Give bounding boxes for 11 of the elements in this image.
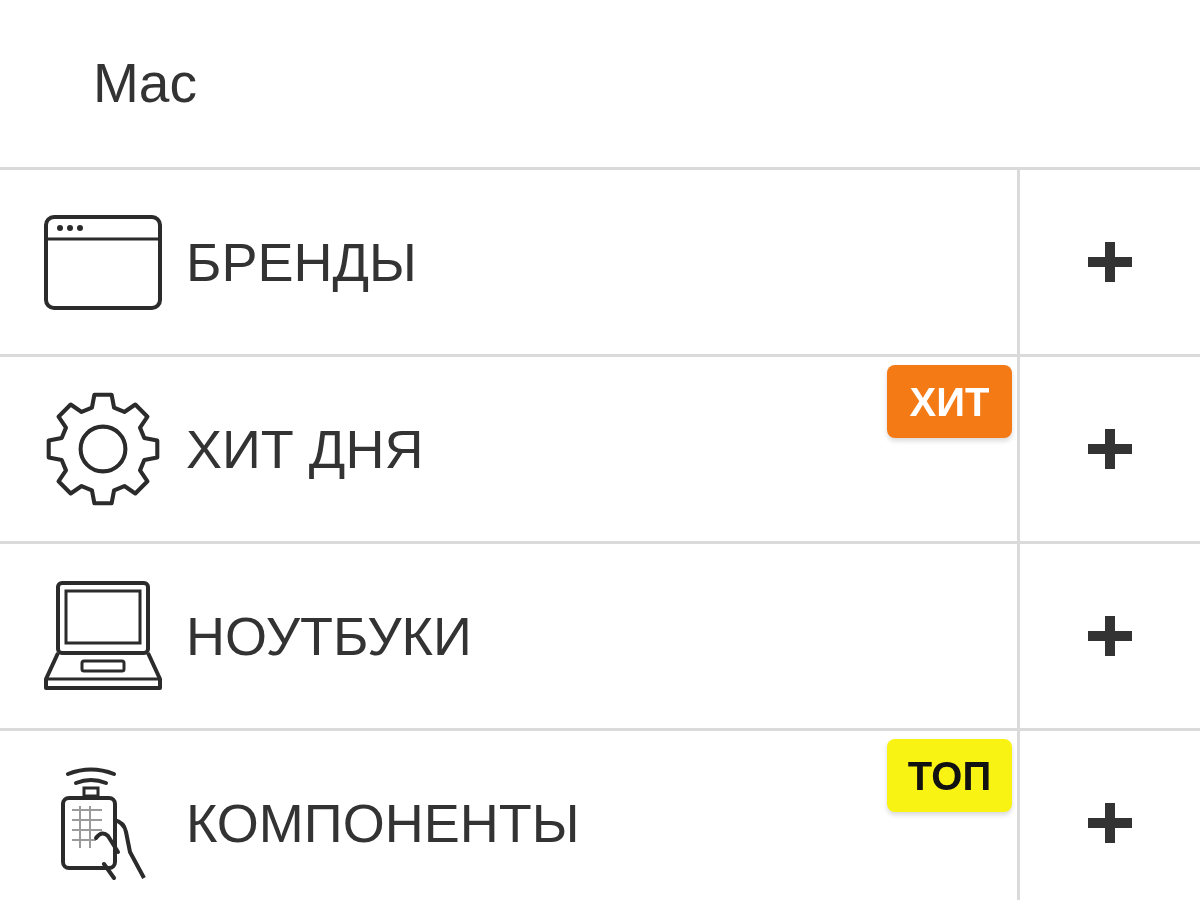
- category-link[interactable]: НОУТБУКИ: [44, 581, 472, 691]
- category-badge: ТОП: [887, 739, 1012, 812]
- gear-icon: [44, 392, 162, 506]
- category-badge: ХИТ: [887, 365, 1012, 438]
- category-link[interactable]: ХИТ ДНЯ: [44, 392, 424, 506]
- laptop-icon: [44, 581, 162, 691]
- hand-device-icon: [60, 766, 146, 880]
- category-link[interactable]: КОМПОНЕНТЫ: [44, 766, 580, 880]
- category-link[interactable]: БРЕНДЫ: [44, 214, 417, 310]
- menu-header-title: Mac: [93, 56, 197, 111]
- browser-window-icon: [44, 214, 162, 310]
